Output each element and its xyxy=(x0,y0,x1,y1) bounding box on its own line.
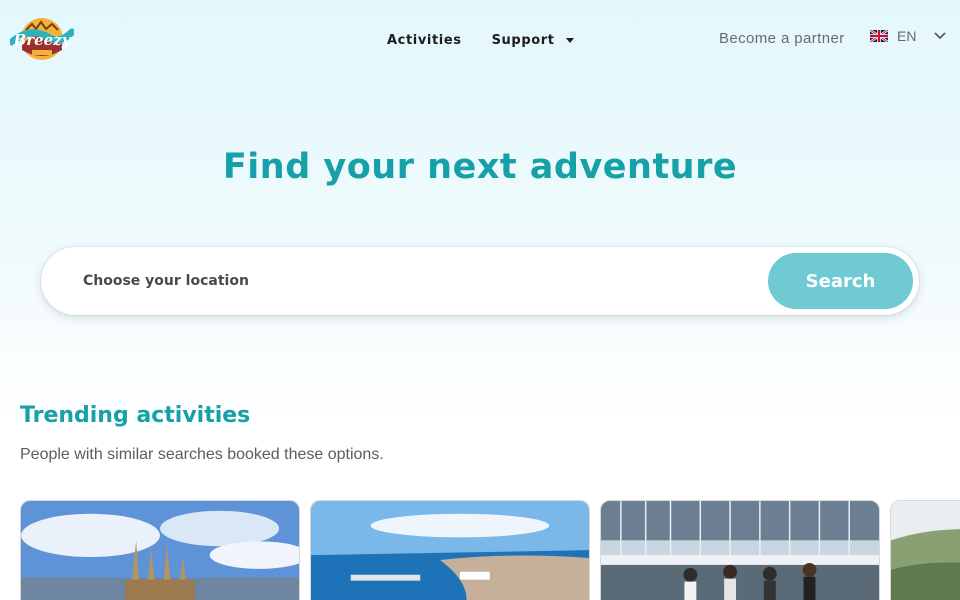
activity-card-barcelona[interactable] xyxy=(20,500,300,600)
site-header: Breezy Activities Support Become a partn… xyxy=(0,0,960,80)
search-button[interactable]: Search xyxy=(768,253,913,309)
nav-support-dropdown[interactable]: Support xyxy=(492,33,574,48)
location-search-bar: Search xyxy=(41,247,919,315)
become-partner-link[interactable]: Become a partner xyxy=(719,30,845,47)
caret-down-icon xyxy=(565,38,574,43)
uk-flag-icon xyxy=(870,30,888,42)
nav-activities[interactable]: Activities xyxy=(387,33,462,48)
nav-support-label: Support xyxy=(491,33,555,48)
activity-card-marina-bike-tour[interactable] xyxy=(600,500,880,600)
activity-card-coastal-city[interactable] xyxy=(310,500,590,600)
activity-card-green-hills[interactable] xyxy=(890,500,960,600)
trending-cards xyxy=(20,500,960,600)
main-nav: Activities Support xyxy=(387,33,574,48)
green-hills-image xyxy=(891,501,960,600)
barcelona-image xyxy=(21,501,299,600)
language-selector[interactable]: EN xyxy=(870,28,947,44)
location-search-input[interactable] xyxy=(83,265,683,297)
coastal-city-image xyxy=(311,501,589,600)
breezy-tracks-logo[interactable]: Breezy xyxy=(8,16,76,62)
language-code: EN xyxy=(897,28,917,44)
marina-image xyxy=(601,501,879,600)
chevron-down-icon xyxy=(934,32,947,40)
svg-text:Breezy: Breezy xyxy=(13,31,72,49)
trending-subtitle: People with similar searches booked thes… xyxy=(20,446,384,463)
hero-title: Find your next adventure xyxy=(222,147,738,187)
trending-title: Trending activities xyxy=(20,403,251,428)
